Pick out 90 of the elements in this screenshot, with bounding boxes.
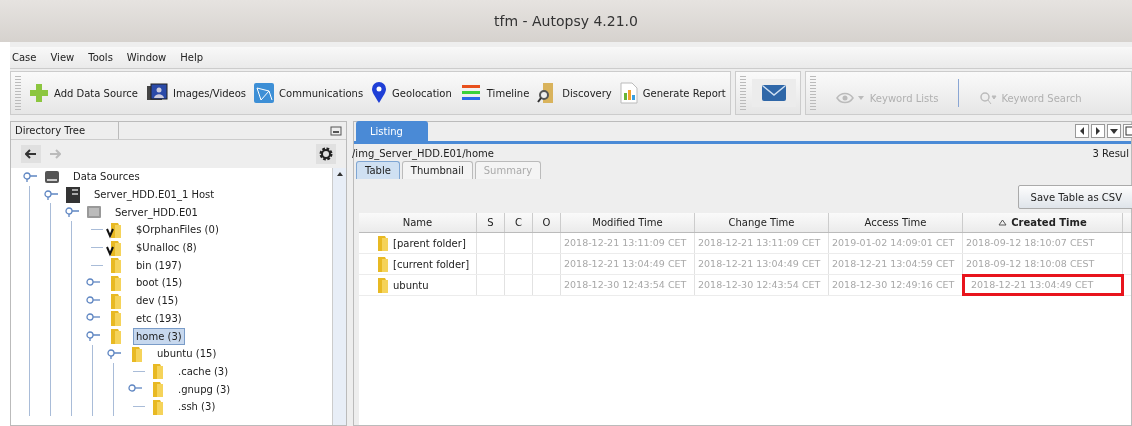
toolbar-button[interactable]: Communications <box>254 83 364 103</box>
view-tab[interactable]: Table <box>356 161 400 179</box>
table-cell: 2018-12-21 13:04:59 CET <box>829 254 963 274</box>
toolbar-button[interactable]: Timeline <box>459 83 530 103</box>
menu-item[interactable]: Tools <box>88 50 113 65</box>
report-icon <box>619 82 638 104</box>
photos-icon <box>145 83 168 103</box>
table-cell[interactable]: [current folder] <box>359 254 477 274</box>
table-cell: 2018-12-21 13:11:09 CET <box>561 233 695 253</box>
tree-item[interactable]: $Unalloc (8) <box>133 239 200 257</box>
tree-item[interactable]: Server_HDD.E01 <box>112 203 201 221</box>
toolbar-button[interactable]: Generate Report <box>619 82 726 104</box>
column-header[interactable]: Access Time <box>829 213 963 232</box>
back-button[interactable] <box>21 145 41 163</box>
network-icon <box>254 83 275 103</box>
menu-item[interactable]: Window <box>126 50 167 65</box>
collapsed-handle-icon[interactable] <box>128 384 142 395</box>
column-header[interactable]: Modified Time <box>561 213 695 232</box>
panel-tab[interactable]: Listing <box>356 121 428 141</box>
column-header[interactable]: Name <box>359 213 477 232</box>
view-tab[interactable]: Thumbnail <box>401 161 473 179</box>
menu-item[interactable]: Case <box>12 50 37 65</box>
tree-item[interactable]: ubuntu (15) <box>154 345 220 363</box>
map-pin-icon <box>371 82 388 104</box>
expanded-handle-icon[interactable] <box>107 348 121 359</box>
search-icon <box>979 91 998 105</box>
tree-item[interactable]: Data Sources <box>70 168 143 186</box>
plus-icon <box>29 83 49 103</box>
right-arrow-icon <box>49 149 61 159</box>
table-cell: 2018-12-21 13:04:49 CET <box>695 254 829 274</box>
collapsed-handle-icon[interactable] <box>86 295 100 306</box>
scrollbar[interactable] <box>332 168 346 425</box>
settings-button[interactable] <box>316 144 336 164</box>
scroll-left-icon[interactable] <box>1075 124 1089 138</box>
expanded-handle-icon[interactable] <box>65 207 79 218</box>
table-cell[interactable]: [parent folder] <box>359 233 477 253</box>
table-cell: 2018-12-30 12:49:16 CET <box>829 275 963 295</box>
tree-item[interactable]: Server_HDD.E01_1 Host <box>91 186 218 204</box>
table-cell: 2018-12-21 13:11:09 CET <box>695 233 829 253</box>
table-cell: 2018-12-30 12:43:54 CET <box>561 275 695 295</box>
column-header[interactable]: O <box>533 213 561 232</box>
tree-item[interactable]: $OrphanFiles (0) <box>133 221 222 239</box>
column-header[interactable]: S <box>477 213 505 232</box>
collapsed-handle-icon[interactable] <box>86 313 100 324</box>
table-cell: 2019-01-02 14:09:01 CET <box>829 233 963 253</box>
settings-icon <box>318 146 334 162</box>
column-header[interactable]: Created Time <box>963 213 1123 232</box>
toolbar-button[interactable]: Geolocation <box>371 82 452 104</box>
table-cell: 2018-12-21 13:04:49 CET <box>561 254 695 274</box>
minimize-icon[interactable] <box>330 125 342 136</box>
results-count: 3 Resul <box>1092 147 1129 161</box>
eye-icon <box>835 92 866 104</box>
table-cell[interactable]: ubuntu <box>359 275 477 295</box>
tree-item[interactable]: .ssh (3) <box>175 398 219 416</box>
tree-item[interactable]: boot (15) <box>133 274 186 292</box>
server-icon <box>65 185 81 204</box>
tree-item[interactable]: .cache (3) <box>175 362 232 380</box>
table-cell: 2018-09-12 18:10:08 CEST <box>963 254 1123 274</box>
left-arrow-icon <box>25 149 37 159</box>
scroll-right-icon[interactable] <box>1091 124 1105 138</box>
table-cell: 2018-09-12 18:10:07 CEST <box>963 233 1123 253</box>
envelope-icon <box>760 84 787 102</box>
table-cell: 2018-12-21 13:04:49 CET <box>963 275 1123 295</box>
sort-ascending-icon <box>998 219 1008 226</box>
save-csv-button[interactable]: Save Table as CSV <box>1017 185 1132 209</box>
tree-item[interactable]: dev (15) <box>133 292 182 310</box>
timeline-icon <box>459 83 482 103</box>
toolbar-button[interactable]: Add Data Source <box>29 83 138 103</box>
tree-item[interactable]: .gnupg (3) <box>175 380 234 398</box>
expanded-handle-icon[interactable] <box>86 331 100 342</box>
table-cell: 2018-12-30 12:43:54 CET <box>695 275 829 295</box>
menu-item[interactable]: Help <box>180 50 204 65</box>
expanded-handle-icon[interactable] <box>23 171 37 182</box>
collapsed-handle-icon[interactable] <box>86 277 100 288</box>
tree-item[interactable]: home (3) <box>133 327 185 345</box>
toolbar-button[interactable]: Images/Videos <box>145 83 247 103</box>
dropdown-icon[interactable] <box>1107 124 1121 138</box>
virtual-folder-icon <box>106 220 124 239</box>
virtual-folder-icon <box>106 238 124 257</box>
drive-icon <box>44 169 60 184</box>
menu-item[interactable]: View <box>50 50 75 65</box>
tree-item[interactable]: etc (193) <box>133 309 185 327</box>
disk-icon <box>86 205 102 220</box>
expanded-handle-icon[interactable] <box>44 189 58 200</box>
tree-item[interactable]: bin (197) <box>133 256 185 274</box>
column-header[interactable]: C <box>505 213 533 232</box>
path-label: /img_Server_HDD.E01/home <box>352 147 494 161</box>
toolbar-button[interactable]: Discovery <box>537 82 612 104</box>
column-header[interactable]: Change Time <box>695 213 829 232</box>
window-title: tfm - Autopsy 4.21.0 <box>494 11 638 31</box>
